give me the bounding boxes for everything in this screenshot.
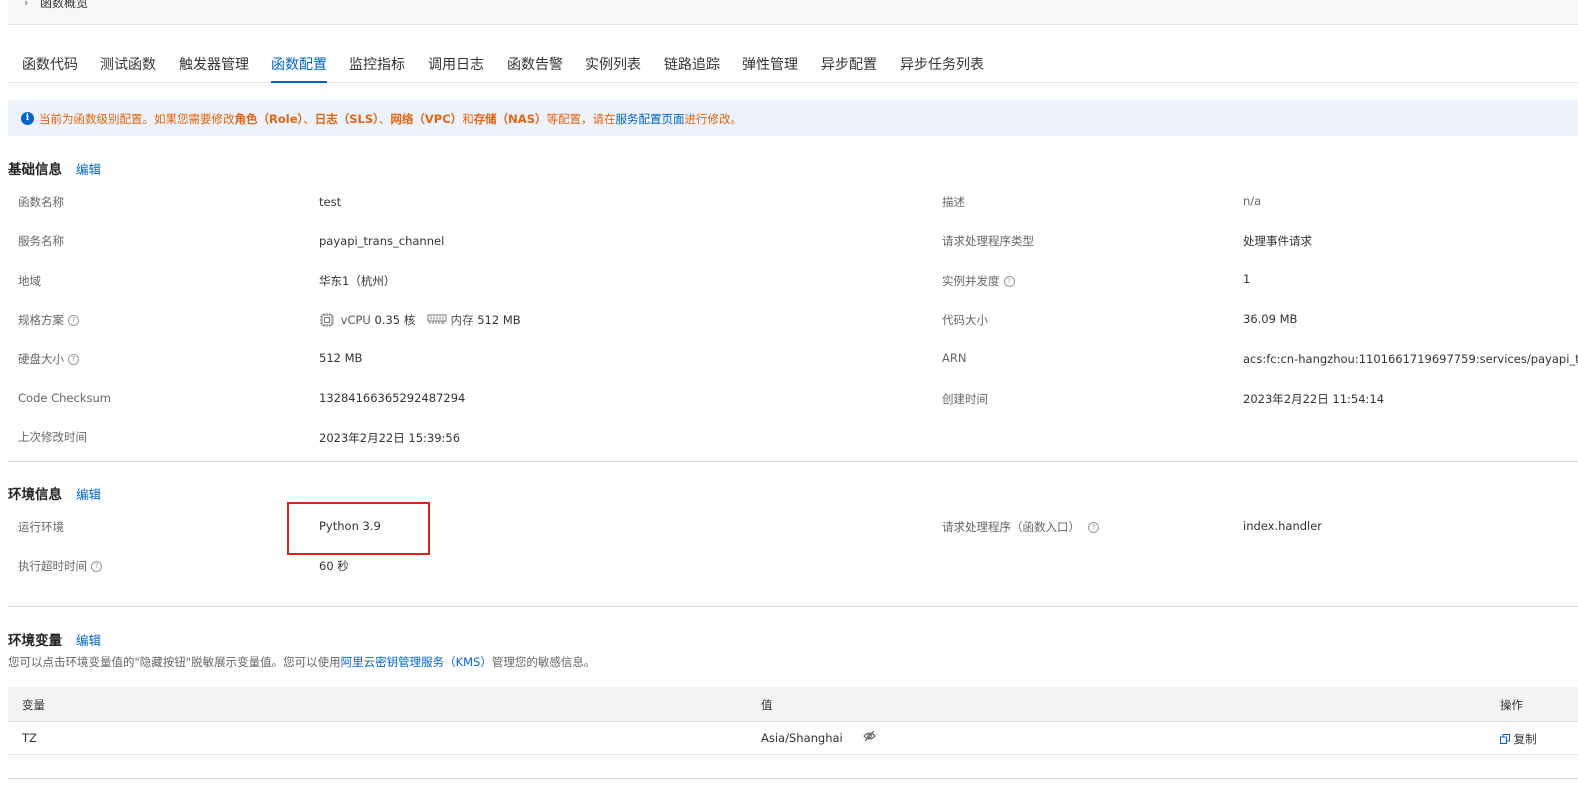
help-icon[interactable]: ?: [68, 354, 79, 365]
column-header-value: 值: [761, 698, 773, 712]
config-notice: i 当前为函数级别配置。如果您需要修改角色（Role）、日志（SLS）、网络（V…: [8, 100, 1578, 136]
handler-value: index.handler: [1243, 519, 1323, 533]
function-name-value: test: [319, 195, 342, 209]
handler-type-value: 处理事件请求: [1243, 234, 1312, 248]
breadcrumb-label[interactable]: 函数概览: [40, 0, 88, 11]
tab-tracing[interactable]: 链路追踪: [664, 54, 720, 74]
section-divider: [8, 606, 1578, 607]
basic-info-edit-button[interactable]: 编辑: [76, 159, 101, 178]
section-divider: [8, 778, 1578, 779]
function-name-label: 函数名称: [18, 195, 64, 209]
description-value: n/a: [1243, 194, 1262, 208]
help-icon[interactable]: ?: [1003, 276, 1015, 287]
env-vars-description: 您可以点击环境变量值的"隐藏按钮"脱敏展示变量值。您可以使用阿里云密钥管理服务（…: [8, 655, 596, 669]
basic-info-title: 基础信息: [8, 162, 62, 178]
handler-type-label: 请求处理程序类型: [942, 234, 1034, 248]
tab-test[interactable]: 测试函数: [100, 54, 156, 74]
modified-time-label: 上次修改时间: [18, 430, 87, 444]
help-icon[interactable]: ?: [1088, 522, 1099, 533]
concurrency-value: 1: [1243, 272, 1251, 286]
copy-button[interactable]: 复制: [1500, 731, 1537, 747]
region-value: 华东1（杭州）: [319, 274, 396, 288]
code-size-value: 36.09 MB: [1243, 312, 1298, 326]
timeout-label: 执行超时时间?: [18, 558, 102, 574]
memory-icon: [427, 314, 447, 324]
arn-label: ARN: [942, 351, 967, 365]
table-row: TZ Asia/Shanghai 复制: [8, 722, 1578, 755]
info-icon: i: [21, 112, 34, 125]
env-vars-table-header: 变量 值 操作: [8, 687, 1578, 722]
runtime-highlight-box: [287, 502, 430, 555]
tab-async-config[interactable]: 异步配置: [821, 54, 877, 74]
chevron-right-icon[interactable]: ›: [24, 0, 28, 9]
column-header-variable: 变量: [22, 698, 45, 712]
runtime-label: 运行环境: [18, 520, 64, 534]
description-label: 描述: [942, 195, 965, 209]
spec-value: vCPU 0.35 核 内存 512 MB: [319, 312, 521, 328]
modified-time-value: 2023年2月22日 15:39:56: [319, 431, 461, 445]
tab-logs[interactable]: 调用日志: [428, 54, 484, 74]
region-label: 地域: [18, 274, 41, 288]
kms-link[interactable]: 阿里云密钥管理服务（KMS）: [341, 655, 492, 669]
code-checksum-label: Code Checksum: [18, 391, 111, 405]
tab-metrics[interactable]: 监控指标: [349, 54, 405, 74]
cpu-icon: [320, 313, 334, 327]
timeout-value: 60 秒: [319, 559, 349, 573]
concurrency-label: 实例并发度?: [942, 273, 1015, 289]
env-vars-title: 环境变量: [8, 633, 62, 649]
column-header-action: 操作: [1500, 698, 1523, 712]
tab-code[interactable]: 函数代码: [22, 54, 78, 74]
tab-instances[interactable]: 实例列表: [585, 54, 641, 74]
copy-icon: [1500, 734, 1510, 744]
env-vars-edit-button[interactable]: 编辑: [76, 630, 101, 649]
breadcrumb-bar: › 函数概览: [8, 0, 1578, 25]
help-icon[interactable]: ?: [68, 315, 79, 326]
eye-off-icon[interactable]: [863, 730, 876, 745]
tab-elastic[interactable]: 弹性管理: [742, 54, 798, 74]
tab-alerts[interactable]: 函数告警: [507, 54, 563, 74]
disk-size-label: 硬盘大小?: [18, 351, 79, 367]
tab-config[interactable]: 函数配置: [271, 54, 327, 83]
help-icon[interactable]: ?: [91, 561, 102, 572]
tab-triggers[interactable]: 触发器管理: [179, 54, 249, 74]
env-info-title: 环境信息: [8, 487, 62, 503]
service-config-link[interactable]: 服务配置页面: [616, 112, 685, 126]
code-checksum-value: 13284166365292487294: [319, 391, 466, 405]
env-var-value: Asia/Shanghai: [761, 731, 843, 745]
function-tabs: 函数代码 测试函数 触发器管理 函数配置 监控指标 调用日志 函数告警 实例列表…: [8, 44, 1578, 83]
tab-async-tasks[interactable]: 异步任务列表: [900, 54, 984, 74]
notice-message: 当前为函数级别配置。如果您需要修改角色（Role）、日志（SLS）、网络（VPC…: [39, 112, 742, 126]
section-divider: [8, 461, 1578, 462]
service-name-label: 服务名称: [18, 234, 64, 248]
service-name-value: payapi_trans_channel: [319, 234, 445, 248]
arn-value: acs:fc:cn-hangzhou:1101661719697759:serv…: [1243, 352, 1578, 366]
code-size-label: 代码大小: [942, 313, 988, 327]
env-info-edit-button[interactable]: 编辑: [76, 484, 101, 503]
spec-label: 规格方案?: [18, 312, 79, 328]
created-time-value: 2023年2月22日 11:54:14: [1243, 392, 1385, 406]
created-time-label: 创建时间: [942, 392, 988, 406]
handler-label: 请求处理程序（函数入口）?: [942, 519, 1099, 535]
env-var-name: TZ: [22, 731, 37, 745]
disk-size-value: 512 MB: [319, 351, 363, 365]
